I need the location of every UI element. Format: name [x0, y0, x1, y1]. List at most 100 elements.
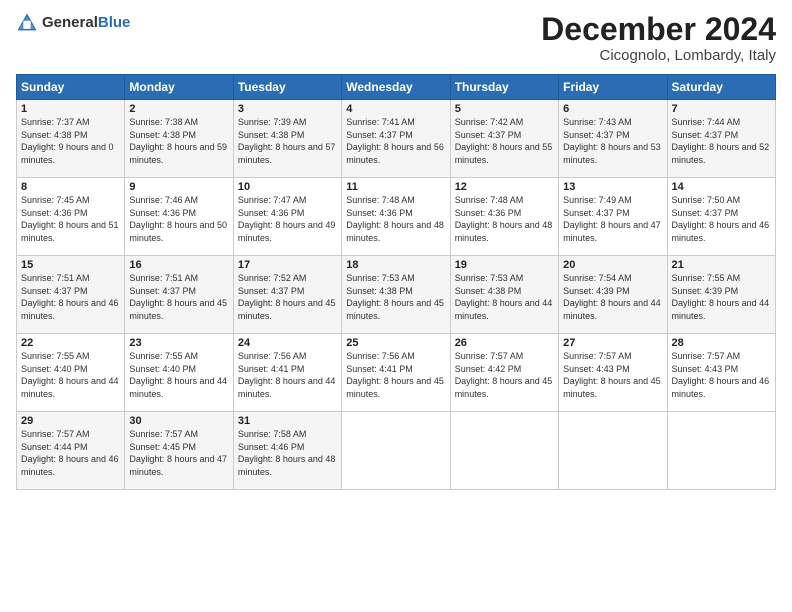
day-info: Sunrise: 7:48 AM Sunset: 4:36 PM Dayligh… — [455, 194, 554, 244]
day-number: 6 — [563, 103, 662, 115]
daylight-label: Daylight: 8 hours and 47 minutes. — [563, 220, 661, 243]
calendar-cell: 23 Sunrise: 7:55 AM Sunset: 4:40 PM Dayl… — [125, 334, 233, 412]
day-number: 15 — [21, 259, 120, 271]
calendar-cell — [342, 412, 450, 490]
daylight-label: Daylight: 8 hours and 52 minutes. — [672, 142, 770, 165]
daylight-label: Daylight: 8 hours and 46 minutes. — [672, 376, 770, 399]
calendar-cell: 24 Sunrise: 7:56 AM Sunset: 4:41 PM Dayl… — [233, 334, 341, 412]
calendar-week-row: 1 Sunrise: 7:37 AM Sunset: 4:38 PM Dayli… — [17, 100, 776, 178]
logo-blue: Blue — [98, 14, 131, 31]
day-number: 24 — [238, 337, 337, 349]
daylight-label: Daylight: 8 hours and 45 minutes. — [129, 298, 227, 321]
sunrise-label: Sunrise: 7:48 AM — [455, 195, 524, 205]
sunset-label: Sunset: 4:36 PM — [21, 208, 88, 218]
day-info: Sunrise: 7:56 AM Sunset: 4:41 PM Dayligh… — [346, 350, 445, 400]
calendar-week-row: 22 Sunrise: 7:55 AM Sunset: 4:40 PM Dayl… — [17, 334, 776, 412]
day-info: Sunrise: 7:55 AM Sunset: 4:39 PM Dayligh… — [672, 272, 771, 322]
col-saturday: Saturday — [667, 75, 775, 100]
day-info: Sunrise: 7:54 AM Sunset: 4:39 PM Dayligh… — [563, 272, 662, 322]
daylight-label: Daylight: 8 hours and 47 minutes. — [129, 454, 227, 477]
sunset-label: Sunset: 4:38 PM — [21, 130, 88, 140]
daylight-label: Daylight: 8 hours and 56 minutes. — [346, 142, 444, 165]
day-number: 14 — [672, 181, 771, 193]
daylight-label: Daylight: 8 hours and 44 minutes. — [563, 298, 661, 321]
calendar-cell: 12 Sunrise: 7:48 AM Sunset: 4:36 PM Dayl… — [450, 178, 558, 256]
sunset-label: Sunset: 4:41 PM — [346, 364, 413, 374]
month-title: December 2024 — [541, 12, 776, 47]
calendar-cell: 25 Sunrise: 7:56 AM Sunset: 4:41 PM Dayl… — [342, 334, 450, 412]
day-info: Sunrise: 7:44 AM Sunset: 4:37 PM Dayligh… — [672, 116, 771, 166]
sunset-label: Sunset: 4:37 PM — [455, 130, 522, 140]
calendar-cell: 16 Sunrise: 7:51 AM Sunset: 4:37 PM Dayl… — [125, 256, 233, 334]
day-info: Sunrise: 7:51 AM Sunset: 4:37 PM Dayligh… — [129, 272, 228, 322]
daylight-label: Daylight: 8 hours and 50 minutes. — [129, 220, 227, 243]
calendar-cell: 19 Sunrise: 7:53 AM Sunset: 4:38 PM Dayl… — [450, 256, 558, 334]
calendar-cell: 3 Sunrise: 7:39 AM Sunset: 4:38 PM Dayli… — [233, 100, 341, 178]
daylight-label: Daylight: 8 hours and 45 minutes. — [238, 298, 336, 321]
sunrise-label: Sunrise: 7:50 AM — [672, 195, 741, 205]
calendar-cell: 30 Sunrise: 7:57 AM Sunset: 4:45 PM Dayl… — [125, 412, 233, 490]
day-info: Sunrise: 7:38 AM Sunset: 4:38 PM Dayligh… — [129, 116, 228, 166]
sunrise-label: Sunrise: 7:57 AM — [563, 351, 632, 361]
sunrise-label: Sunrise: 7:57 AM — [21, 429, 90, 439]
sunset-label: Sunset: 4:42 PM — [455, 364, 522, 374]
sunset-label: Sunset: 4:41 PM — [238, 364, 305, 374]
sunset-label: Sunset: 4:38 PM — [129, 130, 196, 140]
sunset-label: Sunset: 4:43 PM — [563, 364, 630, 374]
daylight-label: Daylight: 8 hours and 46 minutes. — [672, 220, 770, 243]
day-info: Sunrise: 7:49 AM Sunset: 4:37 PM Dayligh… — [563, 194, 662, 244]
title-area: December 2024 Cicognolo, Lombardy, Italy — [541, 12, 776, 64]
sunrise-label: Sunrise: 7:55 AM — [129, 351, 198, 361]
day-info: Sunrise: 7:48 AM Sunset: 4:36 PM Dayligh… — [346, 194, 445, 244]
sunset-label: Sunset: 4:40 PM — [129, 364, 196, 374]
daylight-label: Daylight: 9 hours and 0 minutes. — [21, 142, 114, 165]
day-info: Sunrise: 7:58 AM Sunset: 4:46 PM Dayligh… — [238, 428, 337, 478]
daylight-label: Daylight: 8 hours and 51 minutes. — [21, 220, 119, 243]
day-number: 27 — [563, 337, 662, 349]
day-info: Sunrise: 7:53 AM Sunset: 4:38 PM Dayligh… — [455, 272, 554, 322]
daylight-label: Daylight: 8 hours and 57 minutes. — [238, 142, 336, 165]
day-number: 1 — [21, 103, 120, 115]
day-info: Sunrise: 7:55 AM Sunset: 4:40 PM Dayligh… — [129, 350, 228, 400]
calendar-cell: 15 Sunrise: 7:51 AM Sunset: 4:37 PM Dayl… — [17, 256, 125, 334]
sunset-label: Sunset: 4:39 PM — [563, 286, 630, 296]
sunrise-label: Sunrise: 7:54 AM — [563, 273, 632, 283]
sunset-label: Sunset: 4:43 PM — [672, 364, 739, 374]
sunset-label: Sunset: 4:37 PM — [672, 208, 739, 218]
logo-icon — [16, 12, 38, 34]
location-title: Cicognolo, Lombardy, Italy — [541, 47, 776, 64]
day-number: 4 — [346, 103, 445, 115]
day-info: Sunrise: 7:43 AM Sunset: 4:37 PM Dayligh… — [563, 116, 662, 166]
sunrise-label: Sunrise: 7:41 AM — [346, 117, 415, 127]
sunrise-label: Sunrise: 7:39 AM — [238, 117, 307, 127]
sunrise-label: Sunrise: 7:55 AM — [672, 273, 741, 283]
daylight-label: Daylight: 8 hours and 45 minutes. — [346, 376, 444, 399]
daylight-label: Daylight: 8 hours and 53 minutes. — [563, 142, 661, 165]
calendar-cell: 17 Sunrise: 7:52 AM Sunset: 4:37 PM Dayl… — [233, 256, 341, 334]
day-number: 29 — [21, 415, 120, 427]
day-number: 7 — [672, 103, 771, 115]
day-number: 22 — [21, 337, 120, 349]
calendar-cell: 18 Sunrise: 7:53 AM Sunset: 4:38 PM Dayl… — [342, 256, 450, 334]
calendar-cell: 20 Sunrise: 7:54 AM Sunset: 4:39 PM Dayl… — [559, 256, 667, 334]
day-number: 31 — [238, 415, 337, 427]
daylight-label: Daylight: 8 hours and 46 minutes. — [21, 298, 119, 321]
sunrise-label: Sunrise: 7:56 AM — [238, 351, 307, 361]
calendar-cell: 21 Sunrise: 7:55 AM Sunset: 4:39 PM Dayl… — [667, 256, 775, 334]
col-tuesday: Tuesday — [233, 75, 341, 100]
sunset-label: Sunset: 4:46 PM — [238, 442, 305, 452]
col-sunday: Sunday — [17, 75, 125, 100]
col-monday: Monday — [125, 75, 233, 100]
sunrise-label: Sunrise: 7:53 AM — [346, 273, 415, 283]
sunset-label: Sunset: 4:36 PM — [129, 208, 196, 218]
sunrise-label: Sunrise: 7:45 AM — [21, 195, 90, 205]
day-info: Sunrise: 7:46 AM Sunset: 4:36 PM Dayligh… — [129, 194, 228, 244]
sunset-label: Sunset: 4:38 PM — [455, 286, 522, 296]
day-info: Sunrise: 7:51 AM Sunset: 4:37 PM Dayligh… — [21, 272, 120, 322]
sunrise-label: Sunrise: 7:37 AM — [21, 117, 90, 127]
header: GeneralBlue December 2024 Cicognolo, Lom… — [16, 12, 776, 64]
sunset-label: Sunset: 4:37 PM — [346, 130, 413, 140]
day-info: Sunrise: 7:50 AM Sunset: 4:37 PM Dayligh… — [672, 194, 771, 244]
calendar-cell: 13 Sunrise: 7:49 AM Sunset: 4:37 PM Dayl… — [559, 178, 667, 256]
day-number: 3 — [238, 103, 337, 115]
